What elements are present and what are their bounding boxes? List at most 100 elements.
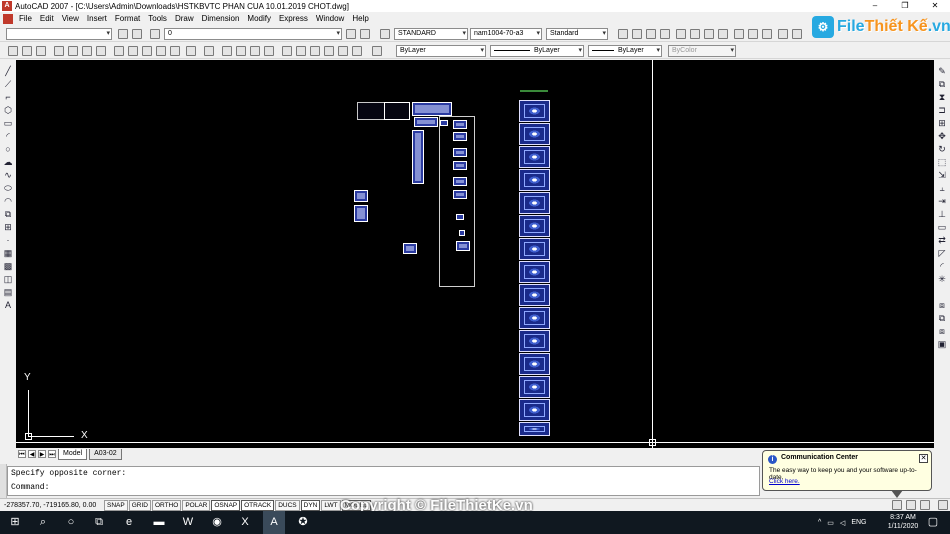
hatch-icon[interactable]: ▦	[3, 248, 13, 258]
color-select[interactable]: ByLayer	[396, 45, 486, 57]
spline-icon[interactable]: ∿	[3, 170, 13, 180]
lwt-toggle[interactable]: LWT	[321, 499, 341, 511]
design-center-icon[interactable]	[296, 46, 306, 56]
3d-dwf-icon[interactable]	[96, 46, 106, 56]
break-at-point-icon[interactable]: ⊥	[937, 209, 947, 219]
dim-linear-icon[interactable]	[618, 29, 628, 39]
block-editor-icon[interactable]	[170, 46, 180, 56]
menu-window[interactable]: Window	[312, 12, 348, 26]
menu-view[interactable]: View	[58, 12, 83, 26]
dim-continue-icon[interactable]	[762, 29, 772, 39]
menu-dimension[interactable]: Dimension	[198, 12, 244, 26]
center-mark-icon[interactable]	[792, 29, 802, 39]
layer-previous-icon[interactable]	[360, 29, 370, 39]
prev-tab-nav-icon[interactable]: ◀	[28, 450, 36, 458]
join-icon[interactable]: ⇄	[937, 235, 947, 245]
offset-icon[interactable]: ⊐	[937, 105, 947, 115]
undo-icon[interactable]	[186, 46, 196, 56]
break-icon[interactable]: ▭	[937, 222, 947, 232]
balloon-link[interactable]: Click here.	[769, 478, 800, 485]
text-style-select[interactable]: STANDARD	[394, 28, 468, 40]
notifications-icon[interactable]: ▢	[926, 515, 940, 529]
document-icon[interactable]	[3, 14, 13, 24]
excel-icon[interactable]: X	[238, 515, 252, 529]
markup-icon[interactable]	[338, 46, 348, 56]
balloon-close-button[interactable]: ✕	[919, 454, 928, 463]
command-window[interactable]: Specify opposite corner: Command:	[7, 466, 760, 496]
plot-preview-icon[interactable]	[68, 46, 78, 56]
otrack-toggle[interactable]: OTRACK	[241, 499, 275, 511]
command-prompt[interactable]: Command:	[8, 481, 759, 495]
fillet-icon[interactable]: ◜	[937, 261, 947, 271]
table-icon[interactable]: ▤	[3, 287, 13, 297]
restore-button[interactable]: ❐	[890, 0, 920, 12]
word-icon[interactable]: W	[181, 515, 195, 529]
paste-icon[interactable]	[142, 46, 152, 56]
layer-state-icon[interactable]	[132, 29, 142, 39]
volume-icon[interactable]: ◁	[840, 519, 845, 527]
menu-tools[interactable]: Tools	[144, 12, 171, 26]
circle-icon[interactable]: ○	[3, 144, 13, 154]
line-icon[interactable]: ╱	[3, 66, 13, 76]
menu-draw[interactable]: Draw	[171, 12, 198, 26]
gradient-icon[interactable]: ▩	[3, 261, 13, 271]
menu-modify[interactable]: Modify	[243, 12, 275, 26]
lineweight-select[interactable]: ByLayer	[588, 45, 662, 57]
rotate-icon[interactable]: ↻	[937, 144, 947, 154]
move-icon[interactable]: ✥	[937, 131, 947, 141]
erase-icon[interactable]: ✎	[937, 66, 947, 76]
start-windows-icon[interactable]: ⊞	[8, 515, 22, 529]
dim-style-select[interactable]: nam1004-70-a3	[470, 28, 542, 40]
tab-a03-02[interactable]: A03-02	[89, 448, 122, 460]
menu-help[interactable]: Help	[348, 12, 372, 26]
dyn-toggle[interactable]: DYN	[300, 499, 321, 511]
explode-icon[interactable]: ✳	[937, 274, 947, 284]
linetype-select[interactable]: ByLayer	[490, 45, 584, 57]
language-indicator[interactable]: ENG	[851, 519, 866, 526]
menu-file[interactable]: File	[15, 12, 36, 26]
command-window-grip[interactable]	[0, 464, 7, 498]
ortho-toggle[interactable]: ORTHO	[151, 499, 182, 511]
sheet-set-icon[interactable]	[324, 46, 334, 56]
cut-icon[interactable]	[114, 46, 124, 56]
properties-icon[interactable]	[282, 46, 292, 56]
zoom-realtime-icon[interactable]	[236, 46, 246, 56]
clean-screen-icon[interactable]	[938, 500, 948, 510]
task-view-icon[interactable]: ⧉	[92, 515, 106, 529]
dim-arc-icon[interactable]	[646, 29, 656, 39]
new-file-icon[interactable]	[8, 46, 18, 56]
chamfer-icon[interactable]: ◸	[937, 248, 947, 258]
minimize-button[interactable]: –	[860, 0, 890, 12]
menu-edit[interactable]: Edit	[36, 12, 58, 26]
trim-icon[interactable]: ⫠	[937, 183, 947, 193]
dim-angular-icon[interactable]	[718, 29, 728, 39]
cortana-icon[interactable]: ○	[64, 515, 78, 529]
help-icon[interactable]	[372, 46, 382, 56]
snap-toggle[interactable]: SNAP	[104, 499, 128, 511]
lightbulb-icon[interactable]	[150, 29, 160, 39]
edge-browser-icon[interactable]: e	[122, 515, 136, 529]
extend-icon[interactable]: ⇥	[937, 196, 947, 206]
open-file-icon[interactable]	[22, 46, 32, 56]
file-explorer-icon[interactable]: ▬	[152, 515, 166, 529]
layer-select[interactable]: 0	[164, 28, 342, 40]
rectangle-icon[interactable]: ▭	[3, 118, 13, 128]
text-style-icon[interactable]	[380, 29, 390, 39]
drawing-canvas[interactable]: Y X	[16, 60, 934, 448]
layer-manager-icon[interactable]	[118, 29, 128, 39]
insert-block-icon[interactable]: ⧉	[3, 209, 13, 219]
dim-baseline-icon[interactable]	[748, 29, 758, 39]
polar-toggle[interactable]: POLAR	[182, 499, 211, 511]
tray-chevron-icon[interactable]: ^	[818, 519, 821, 526]
zoom-window-icon[interactable]	[250, 46, 260, 56]
network-icon[interactable]: ▭	[827, 519, 834, 527]
taskbar-clock[interactable]: 8:37 AM 1/11/2020	[884, 513, 922, 531]
lock-icon[interactable]	[906, 500, 916, 510]
ducs-toggle[interactable]: DUCS	[275, 499, 300, 511]
coccoc-browser-icon[interactable]: ◉	[210, 515, 224, 529]
stretch-icon[interactable]: ⇲	[937, 170, 947, 180]
copy-object-icon[interactable]: ⧉	[937, 79, 947, 89]
dim-radius-icon[interactable]	[676, 29, 686, 39]
first-tab-nav-icon[interactable]: ⏮	[18, 450, 26, 458]
draworder-icon[interactable]: ⧈	[937, 300, 947, 310]
